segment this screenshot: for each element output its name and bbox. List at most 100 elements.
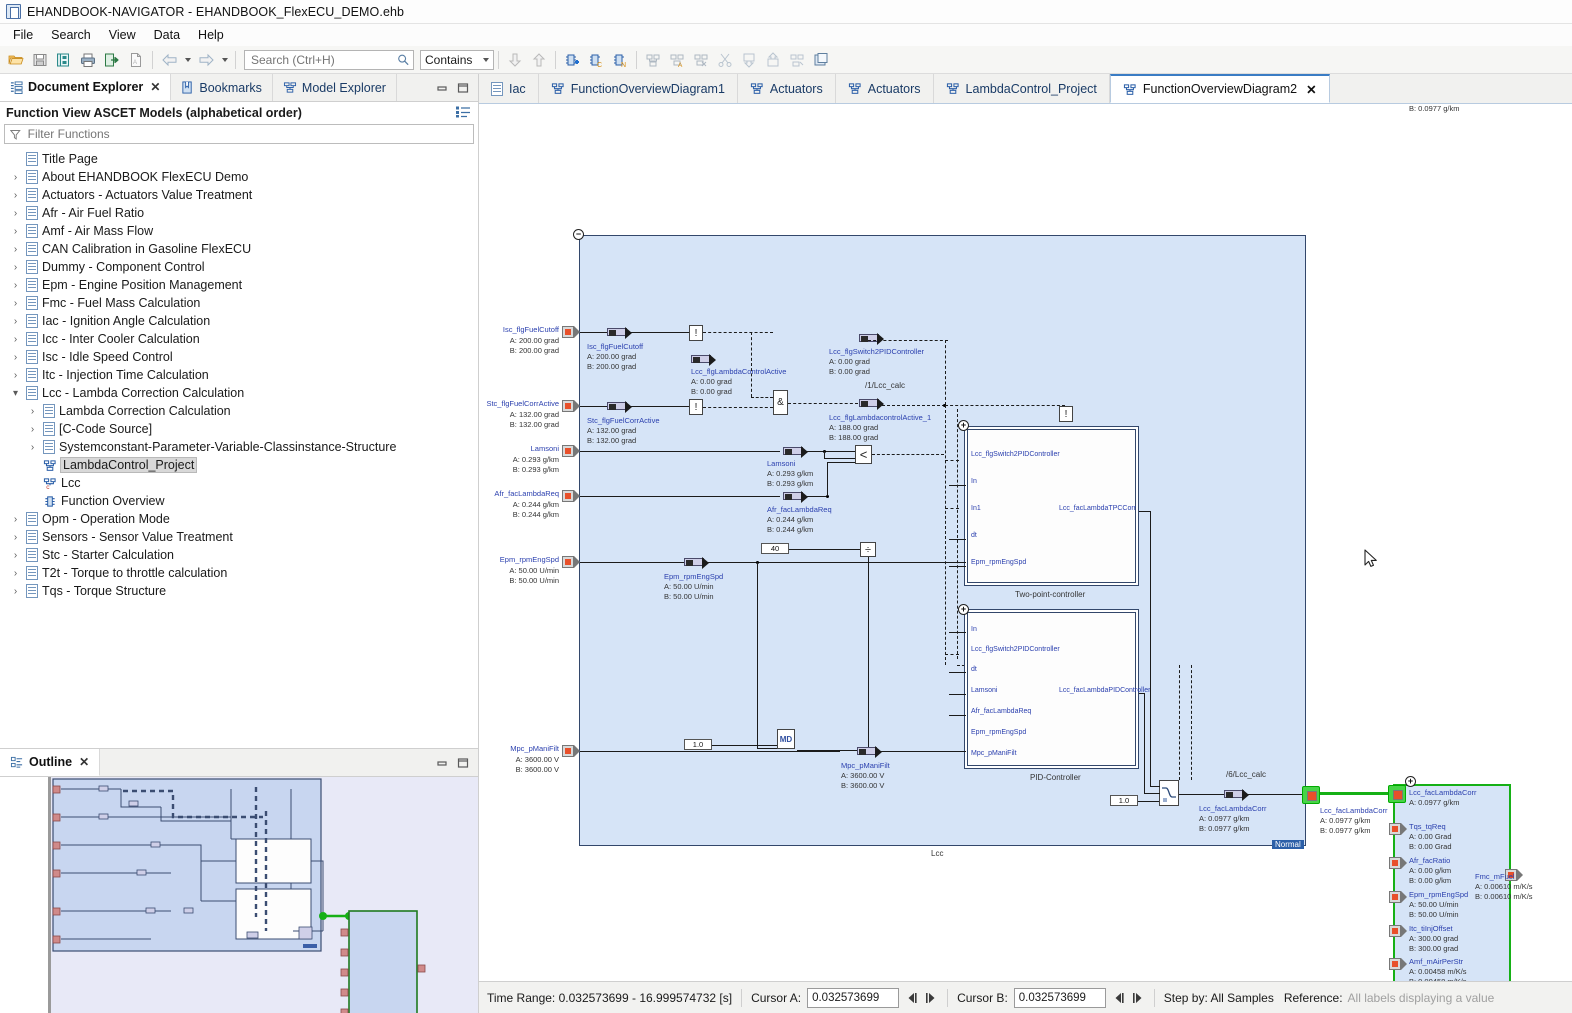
fmc-expand-icon[interactable]: +: [1405, 776, 1416, 787]
close-icon[interactable]: ✕: [1306, 82, 1316, 97]
tree-item-fmc-fuel-mass-calculation[interactable]: ›Fmc - Fuel Mass Calculation: [0, 294, 478, 312]
input-port-stc-flgfuelcorractive[interactable]: [562, 400, 574, 412]
measure-point-epm-rpmengspd[interactable]: [684, 558, 704, 566]
outline-thumbnail[interactable]: [48, 777, 478, 1013]
tree-item-dummy-component-control[interactable]: ›Dummy - Component Control: [0, 258, 478, 276]
tree-item-c-code-source[interactable]: ›[C-Code Source]: [0, 420, 478, 438]
pdf-icon[interactable]: A: [124, 48, 148, 72]
measure-point-afr-faclambdareq[interactable]: [783, 492, 803, 500]
tree-item-itc-injection-time-calculation[interactable]: ›Itc - Injection Time Calculation: [0, 366, 478, 384]
search-input[interactable]: [249, 52, 397, 68]
measure-point-lcc-faclambdacorr[interactable]: [1224, 790, 1244, 798]
menu-view[interactable]: View: [100, 26, 145, 44]
tree-item-title-page[interactable]: Title Page: [0, 150, 478, 168]
constant-1-0-b[interactable]: 1.0: [1110, 795, 1138, 806]
tree-item-stc-starter-calculation[interactable]: ›Stc - Starter Calculation: [0, 546, 478, 564]
cursor-a-prev-icon[interactable]: [906, 991, 920, 1005]
tab-outline[interactable]: Outline ✕: [0, 749, 100, 776]
maximize-icon[interactable]: [456, 756, 470, 770]
measure-point-mpc-pmanifilt[interactable]: [857, 747, 877, 755]
chevron-right-icon[interactable]: ›: [9, 172, 22, 183]
menu-data[interactable]: Data: [145, 26, 189, 44]
gate-not-2[interactable]: !: [689, 399, 703, 415]
chevron-right-icon[interactable]: ›: [9, 298, 22, 309]
lcc-collapse-icon[interactable]: −: [573, 229, 584, 240]
window-icon[interactable]: [809, 48, 833, 72]
gate-less-than[interactable]: <: [855, 445, 872, 464]
export-icon[interactable]: [100, 48, 124, 72]
chevron-right-icon[interactable]: ›: [9, 316, 22, 327]
fmc-input-port-2[interactable]: [1389, 857, 1401, 869]
editor-tab-iac[interactable]: Iac: [479, 74, 539, 103]
minimize-icon[interactable]: [435, 81, 449, 95]
tab-model-explorer[interactable]: Model Explorer: [273, 74, 397, 101]
tree-item-afr-air-fuel-ratio[interactable]: ›Afr - Air Fuel Ratio: [0, 204, 478, 222]
gate-not-1[interactable]: !: [689, 325, 703, 341]
fmc-input-port-1[interactable]: [1389, 823, 1401, 835]
save-all-icon[interactable]: [52, 48, 76, 72]
filter-functions-wrapper[interactable]: [4, 124, 474, 144]
measure-point-isc-flgfuelcutoff[interactable]: [607, 328, 627, 336]
tree-item-epm-engine-position-management[interactable]: ›Epm - Engine Position Management: [0, 276, 478, 294]
layout-x-icon[interactable]: [689, 48, 713, 72]
input-port-lamsoni[interactable]: [562, 445, 574, 457]
add-measure-icon[interactable]: [560, 48, 584, 72]
input-port-isc-flgfuelcutoff[interactable]: [562, 326, 574, 338]
editor-tab-functionoverviewdiagram1[interactable]: FunctionOverviewDiagram1: [539, 74, 738, 103]
minimize-icon[interactable]: [435, 756, 449, 770]
cursor-a-input[interactable]: 0.032573699: [807, 988, 899, 1008]
gate-switch[interactable]: [1159, 780, 1179, 806]
chevron-right-icon[interactable]: ›: [9, 550, 22, 561]
tree-item-lcc-lambda-correction-calculation[interactable]: ▾Lcc - Lambda Correction Calculation: [0, 384, 478, 402]
chevron-right-icon[interactable]: ›: [9, 244, 22, 255]
gate-and[interactable]: &: [773, 390, 788, 415]
tree-item-can-calibration-in-gasoline-flexecu[interactable]: ›CAN Calibration in Gasoline FlexECU: [0, 240, 478, 258]
layout-a-icon[interactable]: A: [665, 48, 689, 72]
editor-tab-actuators[interactable]: Actuators: [738, 74, 836, 103]
fmc-input-port-4[interactable]: [1389, 925, 1401, 937]
layout-icon[interactable]: [641, 48, 665, 72]
input-port-mpc-pmanifilt[interactable]: [562, 745, 574, 757]
search-input-wrapper[interactable]: [244, 50, 414, 70]
paste-up-icon[interactable]: [761, 48, 785, 72]
chevron-right-icon[interactable]: ›: [9, 586, 22, 597]
fmc-input-port-0[interactable]: [1388, 785, 1406, 803]
chevron-right-icon[interactable]: ›: [9, 334, 22, 345]
up-arrow-icon[interactable]: [527, 48, 551, 72]
input-port-epm-rpmengspd[interactable]: [562, 556, 574, 568]
chevron-right-icon[interactable]: ›: [9, 532, 22, 543]
diagram-canvas[interactable]: − Lcc Normal Isc_flgFuelCutoff A: 200.00…: [479, 104, 1572, 981]
calibrate-icon[interactable]: C: [584, 48, 608, 72]
chevron-right-icon[interactable]: ›: [9, 262, 22, 273]
menu-search[interactable]: Search: [42, 26, 100, 44]
gate-not-3[interactable]: !: [1059, 406, 1073, 422]
close-icon[interactable]: ✕: [150, 80, 160, 94]
constant-40[interactable]: 40: [761, 543, 789, 554]
print-icon[interactable]: [76, 48, 100, 72]
save-icon[interactable]: [28, 48, 52, 72]
measure-point-lcc-flglambdacontrolactive[interactable]: [691, 355, 711, 363]
tree-item-about-ehandbook-flexecu-demo[interactable]: ›About EHANDBOOK FlexECU Demo: [0, 168, 478, 186]
cut-icon[interactable]: [713, 48, 737, 72]
chevron-right-icon[interactable]: ›: [26, 442, 39, 453]
tree-item-iac-ignition-angle-calculation[interactable]: ›Iac - Ignition Angle Calculation: [0, 312, 478, 330]
measure-point-lcc-flglambdacontrolactive-1[interactable]: [859, 399, 879, 407]
close-icon[interactable]: ✕: [79, 755, 89, 769]
constant-1-0-a[interactable]: 1.0: [684, 739, 712, 750]
input-port-afr-faclambdareq[interactable]: [562, 490, 574, 502]
two-point-controller-expand-icon[interactable]: +: [958, 420, 969, 431]
tree-item-lcc[interactable]: cLcc: [0, 474, 478, 492]
function-tree[interactable]: Title Page›About EHANDBOOK FlexECU Demo›…: [0, 148, 478, 748]
menu-file[interactable]: File: [4, 26, 42, 44]
filter-functions-input[interactable]: [26, 126, 468, 142]
cursor-b-prev-icon[interactable]: [1113, 991, 1127, 1005]
view-menu-icon[interactable]: [456, 106, 470, 121]
tree-item-tqs-torque-structure[interactable]: ›Tqs - Torque Structure: [0, 582, 478, 600]
tree-item-opm-operation-mode[interactable]: ›Opm - Operation Mode: [0, 510, 478, 528]
forward-dropdown-icon[interactable]: [218, 48, 231, 72]
fmc-input-port-3[interactable]: [1389, 891, 1401, 903]
chevron-right-icon[interactable]: ›: [9, 208, 22, 219]
lcc-output-port[interactable]: [1302, 786, 1320, 804]
editor-tab-functionoverviewdiagram2[interactable]: FunctionOverviewDiagram2✕: [1110, 74, 1330, 103]
tree-item-icc-inter-cooler-calculation[interactable]: ›Icc - Inter Cooler Calculation: [0, 330, 478, 348]
